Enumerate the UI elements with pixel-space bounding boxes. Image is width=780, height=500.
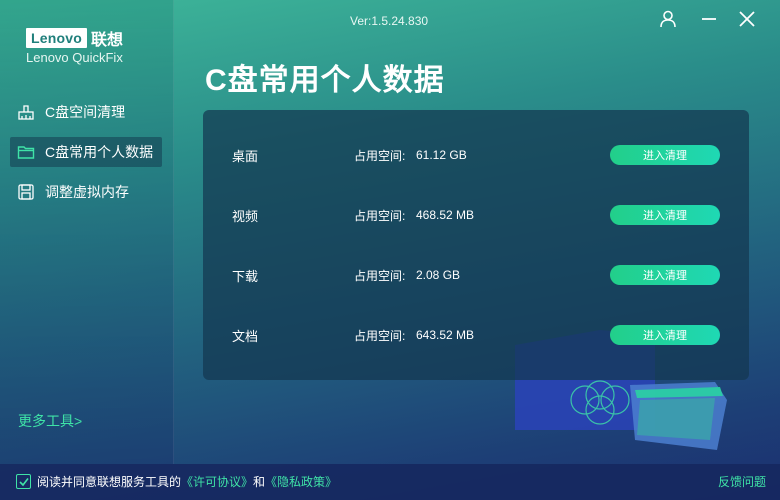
minimize-icon	[700, 10, 718, 33]
footer-bar: 阅读并同意联想服务工具的 《许可协议》 和 《隐私政策》 反馈问题	[0, 464, 780, 500]
user-icon	[658, 9, 678, 34]
feedback-link[interactable]: 反馈问题	[718, 473, 766, 490]
memory-icon	[17, 183, 35, 201]
sidebar-item-label: C盘空间清理	[45, 104, 126, 120]
user-button[interactable]	[655, 8, 681, 34]
list-item-videos: 视频 占用空间: 468.52 MB 进入清理	[203, 185, 749, 245]
usage-value: 468.52 MB	[416, 208, 475, 222]
logo-wordmark: Lenovo	[26, 28, 87, 48]
logo-cn: 联想	[90, 32, 123, 49]
privacy-link[interactable]: 《隐私政策》	[265, 473, 337, 490]
broom-icon	[17, 103, 35, 121]
usage-label: 占用空间:	[354, 268, 406, 283]
cleanup-button[interactable]: 进入清理	[610, 145, 720, 165]
version-label: Ver:1.5.24.830	[350, 14, 429, 28]
close-icon	[738, 10, 756, 33]
folder-icon	[17, 143, 35, 161]
app-name: Lenovo QuickFix	[26, 50, 123, 65]
check-icon	[18, 477, 29, 486]
agree-text: 阅读并同意联想服务工具的	[37, 475, 182, 489]
usage-label: 占用空间:	[354, 148, 406, 163]
sidebar-item-c-drive-cleanup[interactable]: C盘空间清理	[10, 97, 162, 127]
sidebar-item-label: C盘常用个人数据	[45, 144, 154, 160]
usage-value: 643.52 MB	[416, 328, 475, 342]
folder-name: 桌面	[232, 148, 259, 164]
sidebar-item-virtual-memory[interactable]: 调整虚拟内存	[10, 177, 162, 207]
license-link[interactable]: 《许可协议》	[181, 473, 253, 490]
sidebar: Lenovo 联想 Lenovo QuickFix C盘空间清理 C盘常用个人数…	[0, 0, 174, 464]
agreement: 阅读并同意联想服务工具的 《许可协议》 和 《隐私政策》	[16, 473, 337, 490]
list-item-documents: 文档 占用空间: 643.52 MB 进入清理	[203, 305, 749, 365]
and-text: 和	[253, 475, 266, 489]
close-button[interactable]	[734, 8, 760, 34]
folder-name: 下载	[232, 268, 259, 284]
usage-value: 61.12 GB	[416, 148, 467, 162]
more-tools-link[interactable]: 更多工具>	[18, 411, 82, 431]
list-item-downloads: 下载 占用空间: 2.08 GB 进入清理	[203, 245, 749, 305]
sidebar-item-personal-data[interactable]: C盘常用个人数据	[10, 137, 162, 167]
agree-checkbox[interactable]	[16, 474, 31, 489]
cleanup-button[interactable]: 进入清理	[610, 265, 720, 285]
brand-logo: Lenovo 联想	[26, 26, 123, 50]
personal-data-panel: 桌面 占用空间: 61.12 GB 进入清理 视频 占用空间: 468.52 M…	[203, 110, 749, 380]
cleanup-button[interactable]: 进入清理	[610, 205, 720, 225]
folder-name: 文档	[232, 328, 259, 344]
usage-label: 占用空间:	[354, 208, 406, 223]
usage-label: 占用空间:	[354, 328, 406, 343]
list-item-desktop: 桌面 占用空间: 61.12 GB 进入清理	[203, 125, 749, 185]
minimize-button[interactable]	[696, 8, 722, 34]
page-title: C盘常用个人数据	[205, 64, 445, 97]
sidebar-item-label: 调整虚拟内存	[45, 184, 129, 200]
cleanup-button[interactable]: 进入清理	[610, 325, 720, 345]
sidebar-nav: C盘空间清理 C盘常用个人数据 调整虚拟内存	[10, 97, 162, 217]
folder-name: 视频	[232, 208, 259, 224]
usage-value: 2.08 GB	[416, 268, 461, 282]
